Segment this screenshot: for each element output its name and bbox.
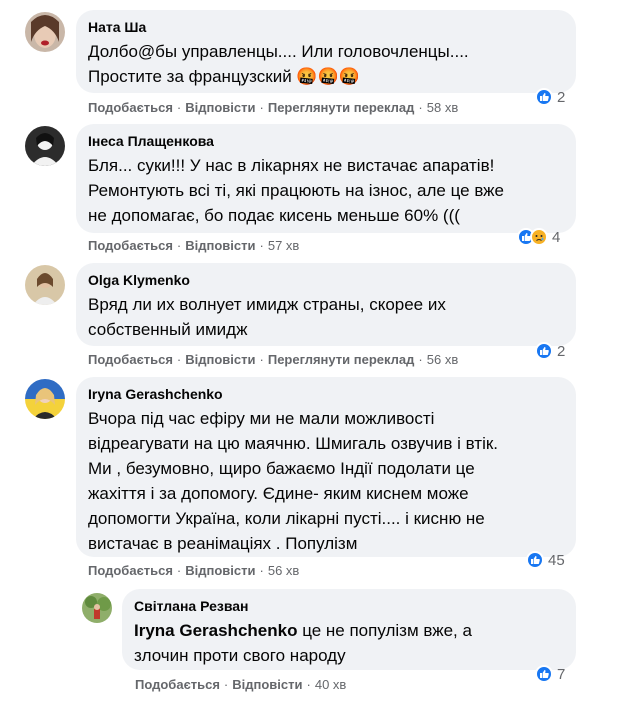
comment-author[interactable]: Світлана Резван	[134, 597, 564, 615]
comment-line: жахіття і за допомогу. Єдине- яким кисне…	[88, 484, 469, 503]
comment-line: відреагувати на цю маячню. Шмигаль озвуч…	[88, 434, 499, 453]
separator-dot: ·	[259, 352, 264, 367]
separator-dot: ·	[306, 677, 311, 692]
like-reaction-icon	[535, 342, 553, 360]
reaction-summary[interactable]: 7	[535, 663, 565, 685]
comment-line: злочин проти свого народу	[134, 646, 346, 665]
comment-timestamp[interactable]: 40 хв	[315, 677, 346, 692]
like-button[interactable]: Подобається	[88, 238, 173, 253]
separator-dot: ·	[418, 352, 423, 367]
reaction-summary[interactable]: 2	[535, 340, 565, 362]
comment-bubble: Iryna Gerashchenko Вчора під час ефіру м…	[76, 377, 576, 557]
user-mention-link[interactable]: Iryna Gerashchenko	[134, 621, 297, 640]
comment-bubble: Olga Klymenko Вряд ли их волнует имидж с…	[76, 263, 576, 346]
comment-line: Бля... суки!!! У нас в лікарнях не виста…	[88, 156, 495, 175]
comment-actions: Подобається · Відповісти · Переглянути перек…	[88, 352, 458, 367]
comment-line: собственный имидж	[88, 320, 248, 339]
comment-line: Вряд ли их волнует имидж страны, скорее …	[88, 295, 446, 314]
like-button[interactable]: Подобається	[88, 563, 173, 578]
comment-line: не допомагає, бо подає кисень меньше 60%…	[88, 206, 460, 225]
separator-dot: ·	[223, 677, 229, 692]
like-button[interactable]: Подобається	[88, 100, 173, 115]
comment-timestamp[interactable]: 56 хв	[427, 352, 458, 367]
avatar[interactable]	[25, 126, 65, 166]
like-reaction-icon	[526, 551, 544, 569]
comment-author[interactable]: Ната Ша	[88, 18, 564, 36]
like-reaction-icon	[535, 665, 553, 683]
comment-timestamp[interactable]: 58 хв	[427, 100, 458, 115]
reply-button[interactable]: Відповісти	[185, 100, 255, 115]
comment-line: допомогти Україна, коли лікарні пусті...…	[88, 509, 485, 528]
reply-button[interactable]: Відповісти	[185, 563, 255, 578]
separator-dot: ·	[418, 100, 423, 115]
reaction-count: 4	[552, 228, 561, 246]
separator-dot: ·	[176, 352, 182, 367]
reaction-count: 45	[548, 551, 565, 569]
separator-dot: ·	[176, 100, 182, 115]
see-translation-button[interactable]: Переглянути переклад	[268, 352, 415, 367]
comment-timestamp[interactable]: 56 хв	[268, 563, 299, 578]
comment-line: Iryna Gerashchenko це не популізм вже, а	[134, 618, 564, 643]
separator-dot: ·	[259, 563, 264, 578]
comment-bubble: Ната Ша Долбо@бы управленцы.... Или голо…	[76, 10, 576, 93]
avatar[interactable]	[25, 265, 65, 305]
comment-line: Вчора під час ефіру ми не мали можливост…	[88, 409, 435, 428]
comment-line: Долбо@бы управленцы.... Или головочленцы…	[88, 42, 469, 61]
reaction-count: 7	[557, 665, 566, 683]
see-translation-button[interactable]: Переглянути переклад	[268, 100, 415, 115]
comment-line: Ми , безумовно, щиро бажаємо Індії подол…	[88, 459, 475, 478]
comment-text: Вчора під час ефіру ми не мали можливост…	[88, 406, 564, 556]
separator-dot: ·	[176, 563, 182, 578]
comment-author[interactable]: Iryna Gerashchenko	[88, 385, 564, 403]
reply-button[interactable]: Відповісти	[232, 677, 302, 692]
separator-dot: ·	[176, 238, 182, 253]
like-button[interactable]: Подобається	[88, 352, 173, 367]
reaction-count: 2	[557, 88, 566, 106]
like-reaction-icon	[535, 88, 553, 106]
like-button[interactable]: Подобається	[135, 677, 220, 692]
comment-line: вистачає в реанімаціях . Популізм	[88, 534, 358, 553]
comment-author[interactable]: Інеса Плащенкова	[88, 132, 564, 150]
comment-actions: Подобається · Відповісти · 56 хв	[88, 563, 299, 578]
comment-line: Ремонтують всі ті, які працюють на ізнос…	[88, 181, 505, 200]
avatar[interactable]	[25, 12, 65, 52]
comment-bubble: Інеса Плащенкова Бля... суки!!! У нас в …	[76, 124, 576, 233]
reply-button[interactable]: Відповісти	[185, 238, 255, 253]
comment-text: Iryna Gerashchenko це не популізм вже, а…	[134, 618, 564, 668]
comment-line-text: це не популізм вже, а	[297, 621, 472, 640]
separator-dot: ·	[259, 238, 264, 253]
comment-actions: Подобається · Відповісти · 57 хв	[88, 238, 299, 253]
comment-actions: Подобається · Відповісти · 40 хв	[135, 677, 346, 692]
reaction-count: 2	[557, 342, 566, 360]
comment-bubble: Світлана Резван Iryna Gerashchenko це не…	[122, 589, 576, 670]
comment-timestamp[interactable]: 57 хв	[268, 238, 299, 253]
comment-actions: Подобається · Відповісти · Переглянути перек…	[88, 100, 458, 115]
comment-text: Вряд ли их волнует имидж страны, скорее …	[88, 292, 564, 342]
comment-text: Долбо@бы управленцы.... Или головочленцы…	[88, 39, 564, 89]
sad-reaction-icon	[530, 228, 548, 246]
reaction-summary[interactable]: 2	[535, 86, 565, 108]
reply-button[interactable]: Відповісти	[185, 352, 255, 367]
avatar[interactable]	[25, 379, 65, 419]
comment-line: Простите за французский 🤬🤬🤬	[88, 67, 360, 86]
reaction-summary[interactable]: 4	[517, 226, 560, 248]
avatar[interactable]	[82, 593, 112, 623]
separator-dot: ·	[259, 100, 264, 115]
reaction-summary[interactable]: 45	[526, 549, 565, 571]
comment-text: Бля... суки!!! У нас в лікарнях не виста…	[88, 153, 564, 228]
comment-author[interactable]: Olga Klymenko	[88, 271, 564, 289]
